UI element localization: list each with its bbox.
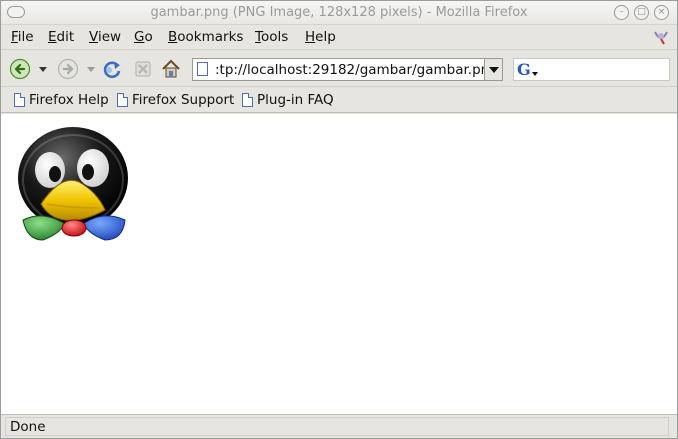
maximize-button[interactable]: □ — [634, 5, 649, 20]
penguin-image — [18, 127, 128, 241]
bookmark-label: Plug-in FAQ — [257, 92, 334, 108]
navigation-toolbar: :tp://localhost:29182/gambar/gambar.png … — [1, 51, 677, 87]
minimize-button[interactable]: – — [614, 5, 629, 20]
home-icon[interactable] — [160, 58, 182, 80]
close-button[interactable]: × — [654, 5, 669, 20]
window-title: gambar.png (PNG Image, 128x128 pixels) -… — [150, 5, 528, 20]
forward-history-dropdown[interactable] — [87, 67, 95, 72]
menu-tools[interactable]: Tools — [255, 29, 288, 45]
status-panel — [5, 417, 669, 436]
back-icon[interactable] — [9, 58, 31, 80]
address-bar[interactable]: :tp://localhost:29182/gambar/gambar.png — [192, 58, 503, 81]
search-engine-icon[interactable]: G — [517, 60, 539, 79]
status-text: Done — [10, 419, 46, 435]
page-content — [1, 114, 677, 414]
menu-view[interactable]: View — [89, 29, 121, 45]
browser-window: gambar.png (PNG Image, 128x128 pixels) -… — [0, 0, 678, 439]
search-engine-dropdown-icon — [532, 72, 538, 76]
forward-icon[interactable] — [57, 58, 79, 80]
chevron-down-icon — [489, 67, 499, 73]
menu-edit[interactable]: Edit — [48, 29, 74, 45]
bookmark-page-icon — [14, 93, 25, 107]
minimize-icon: – — [619, 7, 624, 17]
status-bar: Done — [1, 414, 677, 438]
menu-bookmarks[interactable]: Bookmarks — [168, 29, 243, 45]
menu-file[interactable]: File — [11, 29, 34, 45]
bookmarks-toolbar: Firefox Help Firefox Support Plug-in FAQ — [1, 88, 677, 113]
stop-icon[interactable] — [132, 58, 154, 80]
url-field[interactable]: :tp://localhost:29182/gambar/gambar.png — [215, 62, 498, 78]
close-icon: × — [657, 7, 666, 17]
bookmark-label: Firefox Support — [132, 92, 235, 108]
title-bar[interactable]: gambar.png (PNG Image, 128x128 pixels) -… — [1, 1, 677, 25]
back-history-dropdown[interactable] — [39, 67, 47, 72]
bookmark-label: Firefox Help — [29, 92, 109, 108]
bookmark-page-icon — [117, 93, 128, 107]
reload-icon[interactable] — [101, 58, 123, 80]
menu-help[interactable]: Help — [305, 29, 336, 45]
menu-go[interactable]: Go — [134, 29, 153, 45]
search-bar[interactable]: G — [513, 58, 670, 81]
bookmark-page-icon — [242, 93, 253, 107]
page-icon — [197, 62, 208, 76]
throbber-icon — [654, 31, 668, 45]
url-history-dropdown[interactable] — [484, 59, 502, 80]
maximize-icon: □ — [637, 7, 646, 17]
menu-bar: File Edit View Go Bookmarks Tools Help — [1, 25, 677, 50]
